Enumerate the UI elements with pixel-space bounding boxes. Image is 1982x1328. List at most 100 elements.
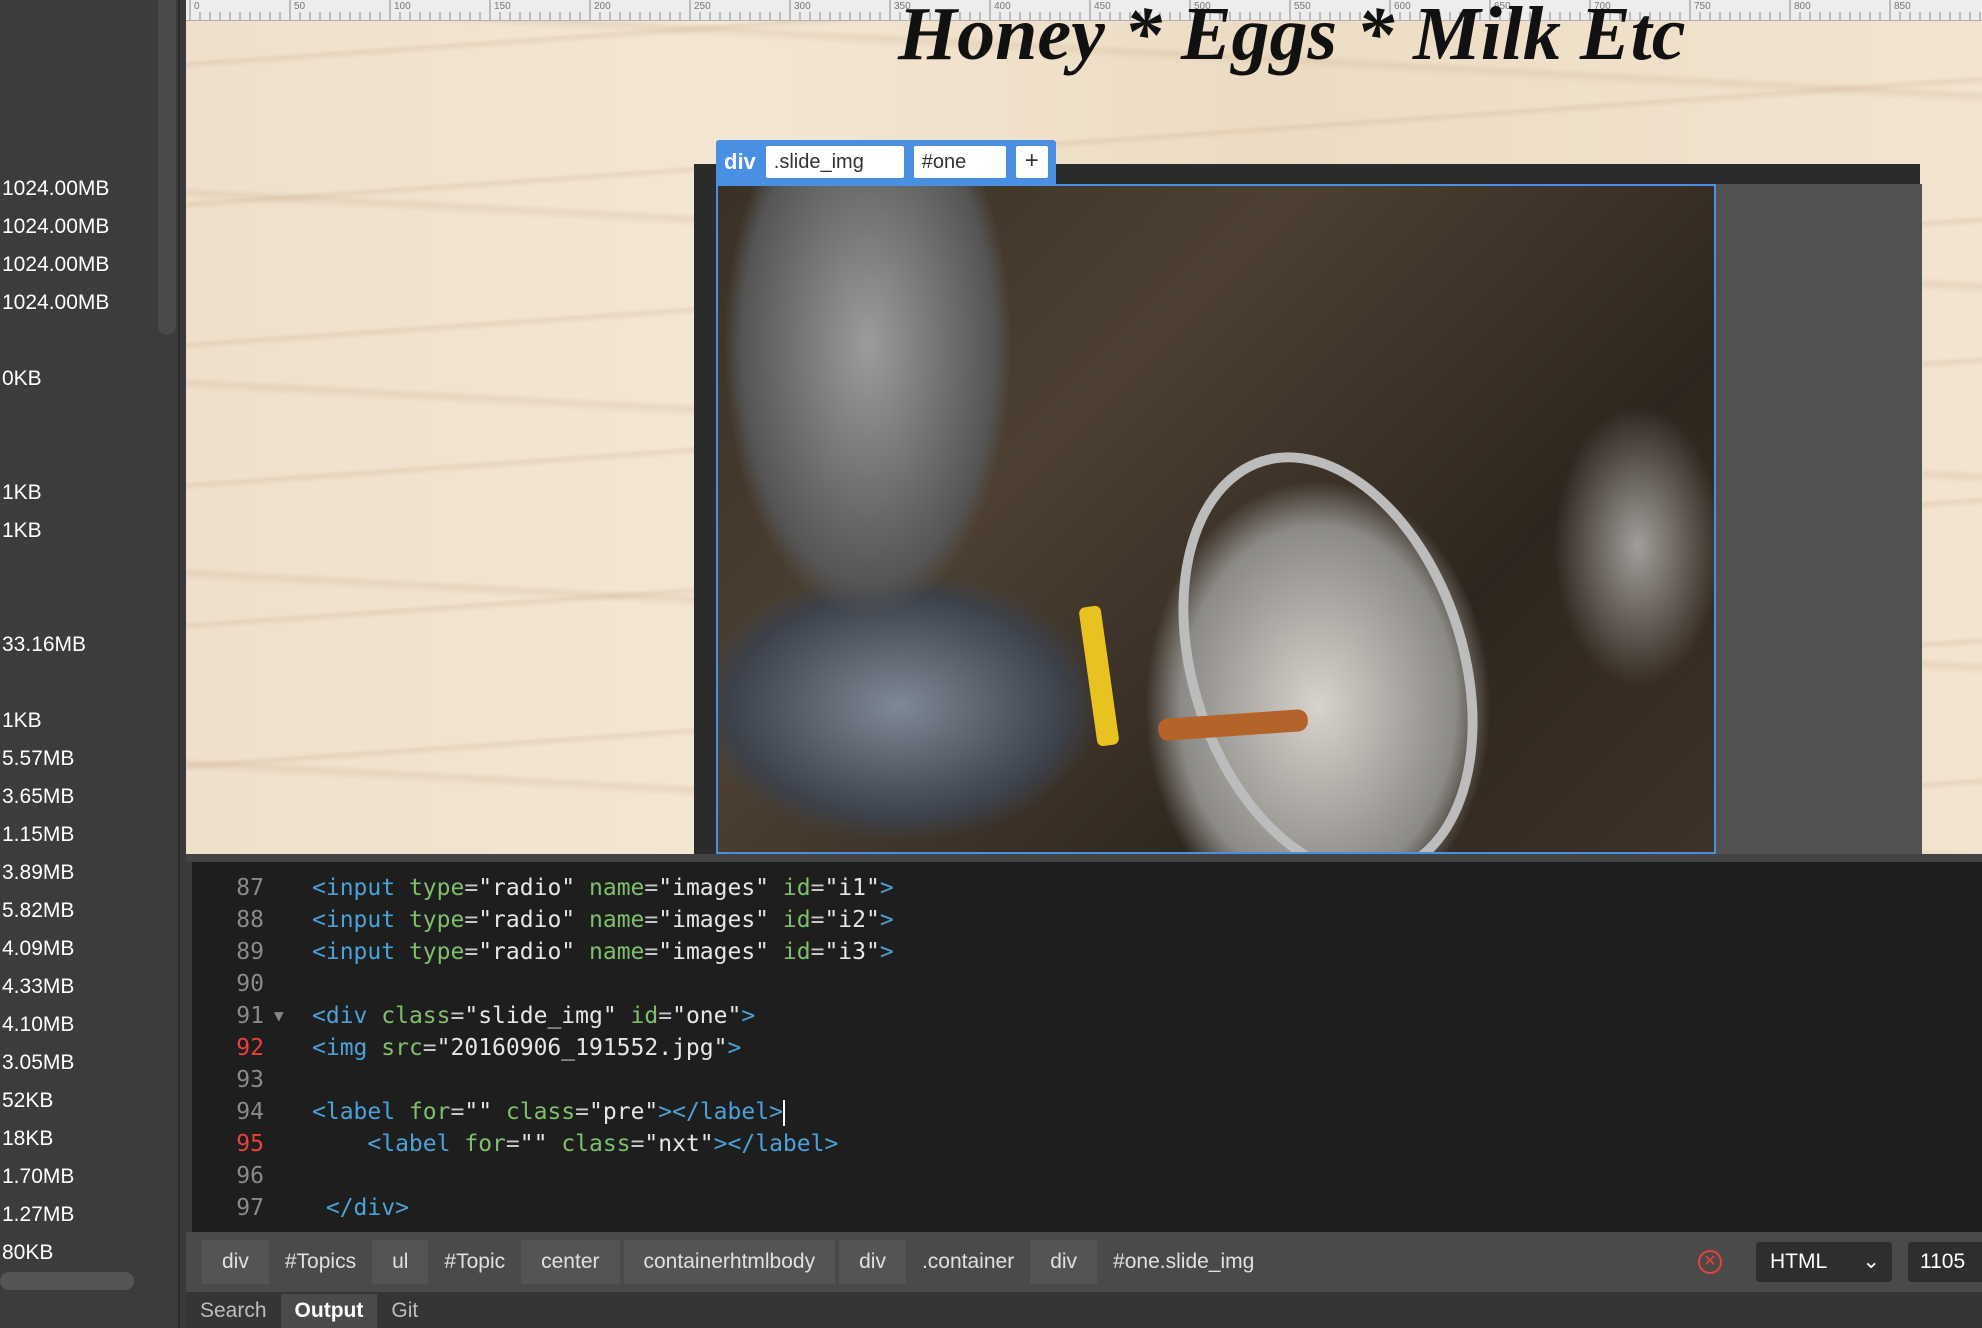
text-cursor — [782, 1099, 785, 1126]
file-size-item[interactable]: 1024.00MB — [2, 252, 109, 278]
file-size-item[interactable]: 4.10MB — [2, 1012, 74, 1038]
line-number[interactable]: 93 — [192, 1064, 264, 1096]
ruler-label: 800 — [1794, 1, 1811, 12]
breadcrumb-item[interactable]: div — [1030, 1240, 1098, 1284]
line-number[interactable]: 96 — [192, 1160, 264, 1192]
file-size-item[interactable]: 1.15MB — [2, 822, 74, 848]
breadcrumb-item[interactable]: div — [202, 1240, 269, 1284]
file-size-item[interactable]: 52KB — [2, 1088, 53, 1114]
fold-arrow-icon[interactable]: ▼ — [274, 1000, 284, 1032]
slide-image[interactable] — [716, 184, 1716, 854]
file-size-item[interactable]: 5.82MB — [2, 898, 74, 924]
tag-selector-bar: div #Topics ul #Topic center containerhtmlbod… — [186, 1232, 1982, 1292]
editor-resize-handle[interactable] — [186, 854, 1982, 862]
tab-git[interactable]: Git — [377, 1294, 432, 1328]
file-size-item[interactable]: 1KB — [2, 480, 42, 506]
code-line[interactable]: 87 <input type="radio" name="images" id="… — [192, 872, 1982, 904]
breadcrumb-item[interactable]: containerhtmlbody — [623, 1240, 836, 1284]
file-size-item[interactable]: 4.33MB — [2, 974, 74, 1000]
tab-output[interactable]: Output — [280, 1294, 378, 1328]
ruler-label: 150 — [494, 1, 511, 12]
line-number[interactable]: 87 — [192, 872, 264, 904]
file-size-item[interactable]: 5.57MB — [2, 746, 74, 772]
selector-class-chip[interactable]: .slide_img — [765, 146, 904, 178]
line-column-indicator[interactable]: 1105 — [1908, 1242, 1982, 1282]
ruler-label: 300 — [794, 1, 811, 12]
panel-tabs: Search Output Git — [186, 1292, 1982, 1328]
ruler-label: 50 — [294, 1, 306, 12]
code-line[interactable]: 92 <img src="20160906_191552.jpg"> — [192, 1032, 1982, 1064]
selector-id-chip[interactable]: #one — [913, 146, 1006, 178]
file-size-item[interactable]: 3.89MB — [2, 860, 74, 886]
element-selector-badge[interactable]: div .slide_img #one + — [716, 140, 1056, 184]
horizontal-scrollbar[interactable] — [0, 1272, 134, 1290]
code-line[interactable]: 91 ▼ <div class="slide_img" id="one"> — [192, 1000, 1982, 1032]
file-size-panel: 1024.00MB 1024.00MB 1024.00MB 1024.00MB 0KB 1… — [0, 0, 180, 1328]
line-number[interactable]: 88 — [192, 904, 264, 936]
design-view[interactable]: 0 50 100 150 200 250 300 350 400 450 500 550 600 650 7… — [186, 0, 1982, 854]
breadcrumb-item[interactable]: center — [521, 1240, 620, 1284]
file-size-item[interactable]: 4.09MB — [2, 936, 74, 962]
ruler-label: 0 — [194, 1, 200, 12]
breadcrumb-item[interactable]: #Topics — [273, 1240, 368, 1284]
code-text[interactable]: <label for="" class="pre"></label> — [312, 1096, 785, 1128]
breadcrumb-item[interactable]: .container — [910, 1240, 1026, 1284]
breadcrumb: div #Topics ul #Topic center containerhtmlbod… — [186, 1240, 1270, 1284]
breadcrumb-item[interactable]: div — [839, 1240, 906, 1284]
language-select-value: HTML — [1770, 1250, 1828, 1273]
code-line[interactable]: 89 <input type="radio" name="images" id="… — [192, 936, 1982, 968]
breadcrumb-item[interactable]: #one.slide_img — [1101, 1240, 1266, 1284]
file-size-item[interactable]: 1024.00MB — [2, 176, 109, 202]
line-number[interactable]: 92 — [192, 1032, 264, 1064]
line-number[interactable]: 97 — [192, 1192, 264, 1224]
file-size-item[interactable]: 1KB — [2, 708, 42, 734]
code-line[interactable]: 90 — [192, 968, 1982, 1000]
code-line[interactable]: 93 — [192, 1064, 1982, 1096]
file-size-item[interactable]: 18KB — [2, 1126, 53, 1152]
file-size-item[interactable]: 1024.00MB — [2, 214, 109, 240]
ruler-label: 100 — [394, 1, 411, 12]
ruler-label: 750 — [1694, 1, 1711, 12]
panel-divider[interactable] — [178, 0, 180, 1328]
code-text[interactable]: </div> — [312, 1192, 409, 1224]
line-number[interactable]: 91 — [192, 1000, 264, 1032]
code-editor[interactable]: 87 <input type="radio" name="images" id="… — [192, 862, 1982, 1232]
add-selector-button[interactable]: + — [1015, 146, 1048, 178]
code-line[interactable]: 96 — [192, 1160, 1982, 1192]
file-size-item[interactable]: 1024.00MB — [2, 290, 109, 316]
selector-tag-name[interactable]: div — [724, 149, 756, 175]
file-size-item[interactable]: 1.70MB — [2, 1164, 74, 1190]
code-text[interactable]: <input type="radio" name="images" id="i3… — [312, 936, 894, 968]
language-select[interactable]: HTML ⌄ — [1756, 1242, 1892, 1282]
code-line[interactable]: 97 </div> — [192, 1192, 1982, 1224]
vertical-scrollbar[interactable] — [158, 0, 176, 335]
ruler-label: 250 — [694, 1, 711, 12]
code-line[interactable]: 88 <input type="radio" name="images" id="… — [192, 904, 1982, 936]
breadcrumb-item[interactable]: #Topic — [432, 1240, 517, 1284]
breadcrumb-item[interactable]: ul — [372, 1240, 429, 1284]
bucket-shape — [1126, 413, 1530, 852]
file-size-item[interactable]: 1.27MB — [2, 1202, 74, 1228]
line-number[interactable]: 90 — [192, 968, 264, 1000]
code-text[interactable]: <input type="radio" name="images" id="i1… — [312, 872, 894, 904]
page-heading[interactable]: Honey * Eggs * Milk Etc — [898, 0, 1685, 74]
tab-search[interactable]: Search — [186, 1294, 281, 1328]
code-text[interactable]: <input type="radio" name="images" id="i2… — [312, 904, 894, 936]
code-text[interactable]: <img src="20160906_191552.jpg"> — [312, 1032, 741, 1064]
error-icon[interactable]: ✕ — [1698, 1250, 1722, 1274]
ruler-label: 850 — [1894, 1, 1911, 12]
code-line[interactable]: 94 <label for="" class="pre"></label> — [192, 1096, 1982, 1128]
line-number[interactable]: 95 — [192, 1128, 264, 1160]
file-size-item[interactable]: 80KB — [2, 1240, 53, 1266]
line-number[interactable]: 89 — [192, 936, 264, 968]
file-size-item[interactable]: 3.65MB — [2, 784, 74, 810]
code-text[interactable]: <div class="slide_img" id="one"> — [312, 1000, 755, 1032]
line-number[interactable]: 94 — [192, 1096, 264, 1128]
file-size-item[interactable]: 0KB — [2, 366, 42, 392]
code-text[interactable]: <label for="" class="nxt"></label> — [312, 1128, 838, 1160]
valve-handle-shape — [1078, 605, 1120, 747]
file-size-item[interactable]: 3.05MB — [2, 1050, 74, 1076]
file-size-item[interactable]: 1KB — [2, 518, 42, 544]
file-size-item[interactable]: 33.16MB — [2, 632, 86, 658]
code-line[interactable]: 95 <label for="" class="nxt"></label> — [192, 1128, 1982, 1160]
